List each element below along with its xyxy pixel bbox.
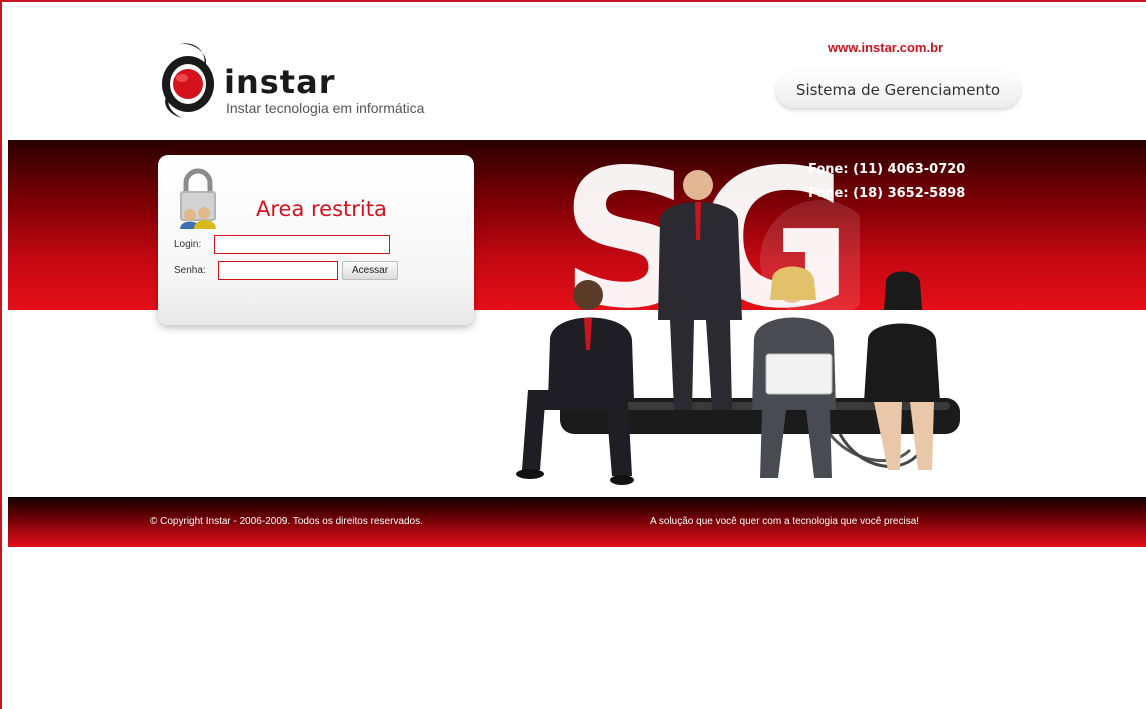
login-panel: Area restrita Login: Senha: Acessar: [158, 155, 474, 325]
system-name-badge: Sistema de Gerenciamento: [776, 72, 1020, 108]
instar-logo-icon: [162, 43, 214, 118]
footer-copyright: © Copyright Instar - 2006-2009. Todos os…: [150, 516, 423, 527]
senha-label: Senha:: [174, 265, 206, 276]
login-input[interactable]: [214, 235, 390, 254]
site-url-link[interactable]: www.instar.com.br: [828, 40, 943, 55]
login-label: Login:: [174, 239, 202, 250]
padlock-users-icon: [180, 168, 216, 229]
logo-tagline: Instar tecnologia em informática: [226, 100, 425, 116]
footer-slogan: A solução que você quer com a tecnologia…: [650, 516, 920, 527]
instar-logo[interactable]: instar Instar tecnologia em informática: [158, 40, 458, 120]
senha-input[interactable]: [218, 261, 338, 280]
acessar-button[interactable]: Acessar: [342, 261, 398, 280]
login-title: Area restrita: [256, 197, 387, 221]
logo-wordmark: instar: [224, 63, 336, 101]
business-team-image: [516, 170, 960, 485]
